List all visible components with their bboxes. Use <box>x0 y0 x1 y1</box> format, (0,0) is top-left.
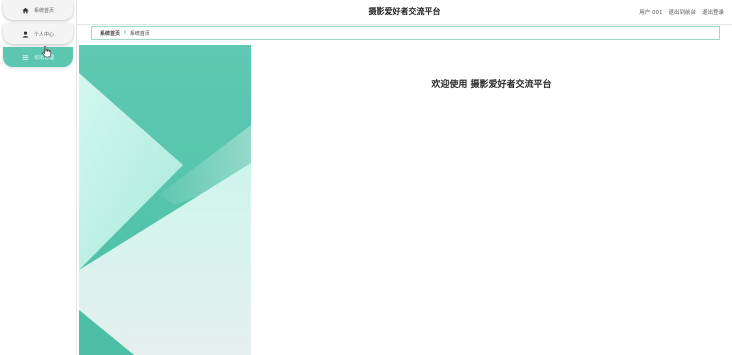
decorative-banner <box>79 45 251 355</box>
sidebar-item-label: 系统首页 <box>33 7 54 14</box>
current-user: 用户 001 <box>639 10 663 16</box>
list-icon <box>22 54 29 61</box>
header-user-area: 用户 001 退出到前台 退出登录 <box>639 8 724 16</box>
breadcrumb: 系统首页 I 系统首页 <box>91 26 720 40</box>
sidebar-item-home[interactable]: 系统首页 <box>3 0 73 20</box>
back-to-frontend-link[interactable]: 退出到前台 <box>668 8 696 16</box>
sidebar-item-forum[interactable]: 论坛管理 <box>3 47 73 67</box>
pointer-cursor-icon <box>42 46 52 58</box>
logout-link[interactable]: 退出登录 <box>702 8 724 16</box>
app-title: 摄影爱好者交流平台 <box>368 7 441 16</box>
sidebar: 系统首页 个人中心 论坛管理 <box>0 0 77 355</box>
top-header: 摄影爱好者交流平台 用户 001 退出到前台 退出登录 <box>77 0 732 25</box>
sidebar-item-label: 个人中心 <box>33 31 54 38</box>
home-icon <box>22 7 29 14</box>
welcome-message: 欢迎使用 摄影爱好者交流平台 <box>431 80 552 90</box>
breadcrumb-separator: I <box>124 30 126 36</box>
breadcrumb-current: 系统首页 <box>129 30 150 37</box>
user-icon <box>22 30 29 38</box>
breadcrumb-home-link[interactable]: 系统首页 <box>100 30 120 37</box>
sidebar-item-profile[interactable]: 个人中心 <box>3 24 73 44</box>
